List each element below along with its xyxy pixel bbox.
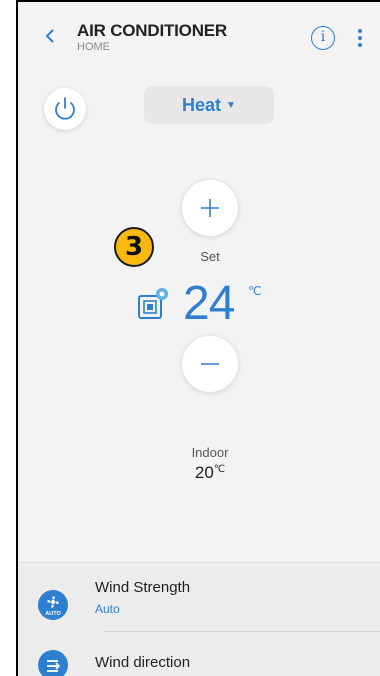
app-header: AIR CONDITIONER HOME i bbox=[18, 2, 380, 72]
step-badge: 3 bbox=[114, 227, 154, 267]
page-title: AIR CONDITIONER bbox=[77, 21, 228, 40]
indoor-label: Indoor bbox=[191, 445, 229, 460]
power-icon bbox=[55, 97, 75, 120]
divider bbox=[104, 631, 380, 632]
info-icon[interactable]: i bbox=[311, 26, 335, 50]
wind-direction-row[interactable]: Wind direction bbox=[18, 642, 380, 676]
page-subtitle: HOME bbox=[77, 41, 110, 53]
minus-icon bbox=[201, 363, 219, 365]
indoor-temperature-unit: ℃ bbox=[213, 464, 226, 475]
caret-down-icon: ▼ bbox=[226, 100, 236, 111]
indoor-unit-icon bbox=[136, 284, 176, 324]
set-temperature-value: 24 bbox=[183, 277, 235, 330]
increase-temperature-button[interactable] bbox=[182, 180, 238, 236]
wind-strength-row[interactable]: AUTO Wind Strength Auto bbox=[18, 572, 380, 630]
wind-strength-title: Wind Strength bbox=[95, 579, 191, 596]
fan-auto-icon-text: AUTO bbox=[45, 611, 61, 617]
more-vertical-icon[interactable] bbox=[353, 26, 367, 50]
decrease-temperature-button[interactable] bbox=[182, 336, 238, 392]
back-button[interactable] bbox=[40, 24, 60, 48]
set-label: Set bbox=[200, 249, 220, 264]
power-button[interactable] bbox=[44, 88, 86, 130]
app-frame: AIR CONDITIONER HOME i Heat ▼ 3 Set 24 ℃… bbox=[16, 0, 380, 676]
indoor-temperature-value: 20 bbox=[194, 463, 214, 482]
plus-icon bbox=[201, 199, 219, 217]
indoor-temperature: 20℃ bbox=[168, 463, 252, 483]
chevron-left-icon bbox=[45, 29, 54, 43]
set-temperature-unit: ℃ bbox=[248, 284, 262, 298]
wind-strength-value: Auto bbox=[95, 602, 120, 616]
wind-direction-title: Wind direction bbox=[95, 654, 191, 671]
mode-label: Heat bbox=[182, 95, 222, 115]
fan-auto-icon: AUTO bbox=[38, 590, 68, 620]
mode-dropdown[interactable]: Heat ▼ bbox=[144, 86, 274, 124]
wind-direction-icon bbox=[38, 650, 68, 676]
